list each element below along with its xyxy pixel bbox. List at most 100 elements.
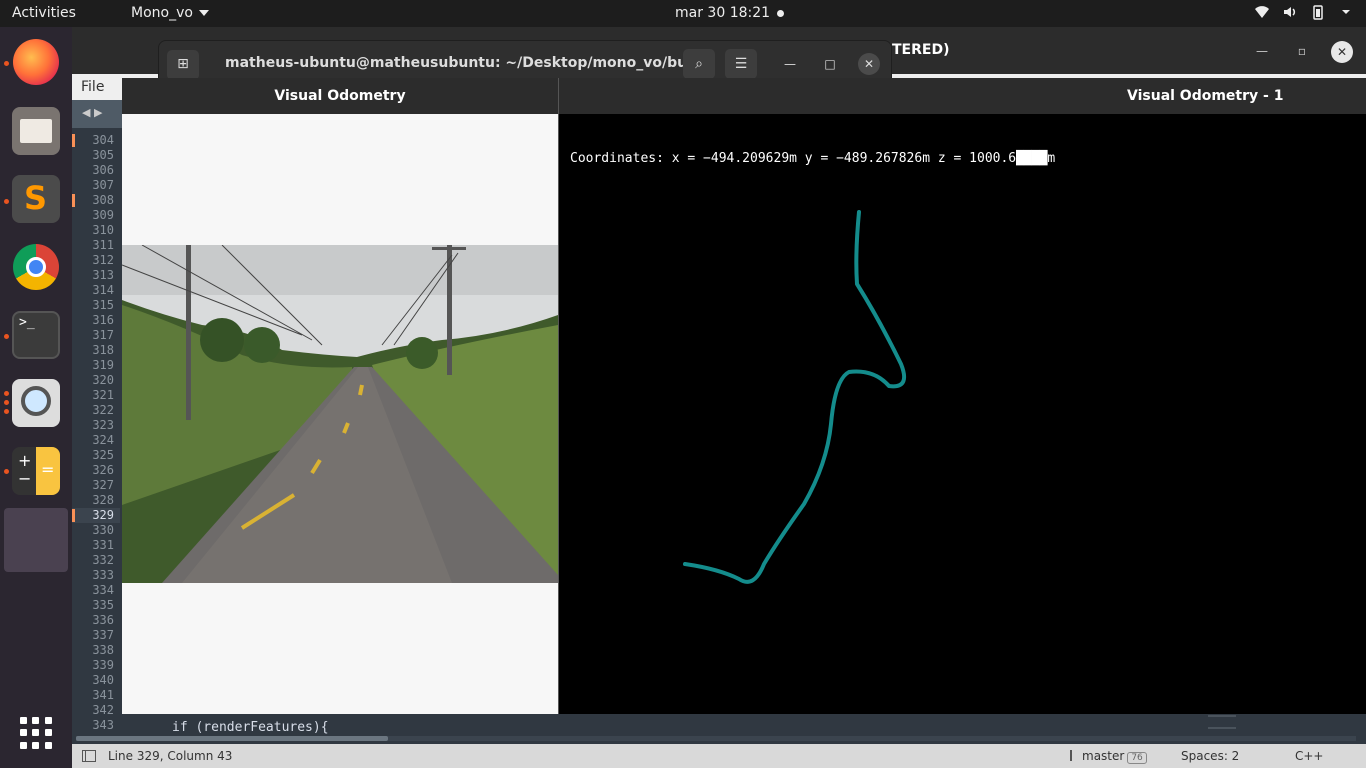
- running-indicator: [4, 409, 9, 414]
- line-number: 326: [92, 463, 114, 477]
- line-number: 334: [92, 583, 114, 597]
- status-bar: Line 329, Column 43 master 76 Spaces: 2 C…: [72, 744, 1366, 768]
- line-number: 319: [92, 358, 114, 372]
- trajectory-window: Visual Odometry - 1 Coordinates: x = −49…: [558, 78, 1366, 714]
- line-number: 340: [92, 673, 114, 687]
- app-menu-label: Mono_vo: [131, 5, 193, 21]
- line-number: 321: [92, 388, 114, 402]
- cursor-position[interactable]: Line 329, Column 43: [108, 749, 232, 763]
- line-number: 314: [92, 283, 114, 297]
- line-number: 335: [92, 598, 114, 612]
- sidebar-toggle-icon[interactable]: [82, 750, 96, 762]
- line-number: 329: [72, 508, 120, 523]
- line-number: 333: [92, 568, 114, 582]
- line-number: 330: [92, 523, 114, 537]
- new-tab-icon[interactable]: ⊞: [167, 50, 199, 80]
- notification-dot: [777, 10, 784, 17]
- line-number: 320: [92, 373, 114, 387]
- close-icon[interactable]: ✕: [1331, 41, 1353, 63]
- running-indicator: [4, 400, 9, 405]
- line-number: 337: [92, 628, 114, 642]
- syntax-selector[interactable]: C++: [1295, 749, 1324, 763]
- modified-line-marker: [72, 509, 75, 522]
- line-number: 343: [92, 718, 114, 732]
- vo1-title: Visual Odometry - 1: [1127, 88, 1284, 104]
- line-number: 342: [92, 703, 114, 717]
- top-bar: Activities Mono_vo mar 30 18:21: [0, 0, 1366, 27]
- line-number: 324: [92, 433, 114, 447]
- hamburger-menu-icon[interactable]: ☰: [725, 49, 757, 79]
- search-icon[interactable]: ⌕: [683, 49, 715, 79]
- vo-titlebar[interactable]: Visual Odometry: [122, 78, 558, 114]
- indentation-setting[interactable]: Spaces: 2: [1181, 749, 1239, 763]
- terminal-title: matheus-ubuntu@matheusubuntu: ~/Desktop/…: [225, 55, 707, 71]
- visual-odometry-window: Visual Odometry: [122, 78, 558, 714]
- search-tool-icon[interactable]: [12, 379, 60, 427]
- line-number: 341: [92, 688, 114, 702]
- maximize-icon[interactable]: ▫: [1292, 41, 1312, 61]
- git-branch-name: master: [1082, 749, 1125, 763]
- terminal-icon[interactable]: [12, 311, 60, 359]
- line-number: 336: [92, 613, 114, 627]
- modified-line-marker: [72, 194, 75, 207]
- line-number: 307: [92, 178, 114, 192]
- power-caret-icon[interactable]: [1338, 4, 1354, 20]
- chevron-down-icon: [198, 10, 209, 16]
- running-indicator: [4, 391, 9, 396]
- line-number: 331: [92, 538, 114, 552]
- git-branch-icon: [1070, 750, 1078, 761]
- tab-nav-arrows[interactable]: ◀ ▶: [72, 100, 122, 128]
- app-menu[interactable]: Mono_vo: [131, 5, 209, 21]
- chrome-icon[interactable]: [13, 244, 59, 290]
- activities-button[interactable]: Activities: [12, 5, 76, 21]
- clock[interactable]: mar 30 18:21: [675, 5, 770, 21]
- volume-icon[interactable]: [1282, 4, 1298, 20]
- line-number: 310: [92, 223, 114, 237]
- line-number: 309: [92, 208, 114, 222]
- line-number: 338: [92, 643, 114, 657]
- show-applications-icon[interactable]: [20, 717, 52, 749]
- line-number: 312: [92, 253, 114, 267]
- minimap[interactable]: [1208, 715, 1236, 729]
- battery-icon[interactable]: [1310, 4, 1326, 20]
- line-number: 306: [92, 163, 114, 177]
- minimize-icon[interactable]: —: [1252, 41, 1272, 61]
- line-number: 311: [92, 238, 114, 252]
- maximize-icon[interactable]: □: [819, 53, 841, 75]
- line-number: 339: [92, 658, 114, 672]
- files-icon[interactable]: [12, 107, 60, 155]
- line-number: 317: [92, 328, 114, 342]
- horizontal-scrollbar[interactable]: [76, 736, 1356, 741]
- line-number: 323: [92, 418, 114, 432]
- system-tray[interactable]: [1254, 4, 1354, 20]
- scrollbar-thumb[interactable]: [76, 736, 388, 741]
- line-number: 332: [92, 553, 114, 567]
- calculator-icon[interactable]: + − =: [12, 447, 60, 495]
- git-branch[interactable]: master 76: [1070, 749, 1147, 764]
- active-app-icon[interactable]: [4, 508, 68, 572]
- running-indicator: [4, 61, 9, 66]
- wifi-icon[interactable]: [1254, 4, 1270, 20]
- code-line[interactable]: if (renderFeatures){: [172, 720, 329, 735]
- line-number: 325: [92, 448, 114, 462]
- running-indicator: [4, 199, 9, 204]
- sublime-title: TERED): [892, 42, 950, 58]
- line-number: 328: [92, 493, 114, 507]
- line-number: 308: [92, 193, 114, 207]
- firefox-icon[interactable]: [13, 39, 59, 85]
- minimize-icon[interactable]: —: [779, 53, 801, 75]
- line-number: 316: [92, 313, 114, 327]
- line-number: 327: [92, 478, 114, 492]
- git-badge: 76: [1127, 752, 1147, 764]
- sublime-text-icon[interactable]: [12, 175, 60, 223]
- menu-file[interactable]: File: [81, 79, 104, 95]
- vo1-titlebar[interactable]: Visual Odometry - 1: [559, 78, 1366, 114]
- line-number: 315: [92, 298, 114, 312]
- dock: +−=: [0, 27, 72, 768]
- line-number: 313: [92, 268, 114, 282]
- line-number: 305: [92, 148, 114, 162]
- trajectory-canvas: [683, 210, 906, 584]
- line-number: 304: [92, 133, 114, 147]
- line-number: 318: [92, 343, 114, 357]
- close-icon[interactable]: ✕: [858, 53, 880, 75]
